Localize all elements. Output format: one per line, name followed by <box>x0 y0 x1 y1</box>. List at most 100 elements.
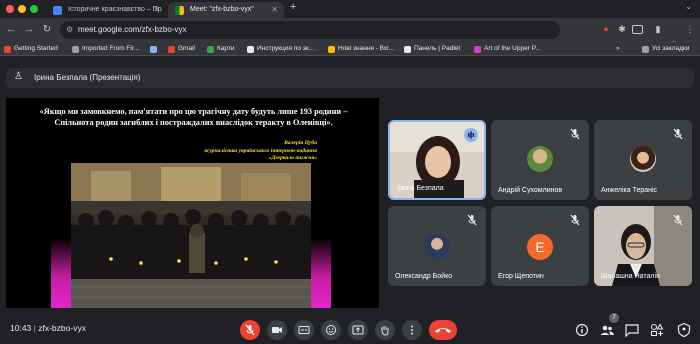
present-screen-icon <box>352 325 364 335</box>
participant-tile-iryna[interactable]: Ірина Безпала <box>388 120 486 200</box>
reactions-button[interactable] <box>321 320 341 340</box>
avatar <box>527 146 553 172</box>
bookmark-imported[interactable]: Imported From Fir... <box>72 42 139 56</box>
chat-icon[interactable] <box>624 322 640 338</box>
tab-title: Meet: "zfx-bzbo-vyx" <box>190 6 254 13</box>
speaking-indicator-icon <box>464 128 478 142</box>
bookmark-gmail[interactable]: Gmail <box>168 42 195 56</box>
mic-off-icon <box>673 128 683 140</box>
presentation-header: ♙ Ірина Безпала (Презентація) <box>6 68 694 88</box>
author-role: журналістка українського інтернет-виданн… <box>203 147 317 154</box>
bookmark-label: Getting Started <box>14 45 58 52</box>
participant-name: Егор Щепотин <box>498 273 544 280</box>
meeting-info: 10:43 | zfx-bzbo-vyx <box>10 323 86 333</box>
author-outlet: «Дзеркало тижня» <box>268 155 317 161</box>
meeting-details-icon[interactable] <box>574 322 590 338</box>
minimize-window-icon[interactable] <box>18 5 26 13</box>
author-name: Валерія Цуба <box>284 140 317 146</box>
folder-icon <box>642 46 649 53</box>
all-bookmarks-button[interactable]: Усі закладки <box>642 42 689 56</box>
more-vert-icon <box>411 325 413 335</box>
memorial-vigil-photo <box>71 163 311 308</box>
bookmark-instruction[interactable]: Инструкция по эк... <box>247 42 314 56</box>
site-info-icon[interactable]: ⚙ <box>66 21 73 39</box>
bookmark-padlet[interactable]: Панель | Padlet <box>404 42 460 56</box>
address-bar[interactable]: ⚙ meet.google.com/zfx-bzbo-vyx <box>60 21 560 39</box>
firefox-icon <box>4 46 11 53</box>
participant-tile-andrii[interactable]: Андрій Сухомлинов <box>491 120 589 200</box>
participant-tile-nataliia[interactable]: Шалашна Наталія <box>594 206 692 286</box>
present-button[interactable] <box>348 320 368 340</box>
captions-button[interactable] <box>294 320 314 340</box>
reload-icon[interactable]: ↻ <box>40 23 54 37</box>
participant-name: Ірина Безпала <box>397 185 444 192</box>
side-panel-icon[interactable]: ▮ <box>652 23 664 35</box>
mic-off-icon <box>673 214 683 226</box>
magenta-bar-left <box>51 238 71 308</box>
participant-name: Шалашна Наталія <box>601 273 660 280</box>
bookmark-label: Imported From Fir... <box>82 45 140 52</box>
back-icon[interactable]: ← <box>4 23 18 37</box>
bookmark-getting-started[interactable]: Getting Started <box>4 42 58 56</box>
activities-icon[interactable] <box>649 322 665 338</box>
art-icon <box>474 46 481 53</box>
emoji-icon <box>326 325 336 335</box>
extension-puzzle-icon[interactable]: ✱ <box>616 23 628 35</box>
present-screen-icon: ♙ <box>14 71 23 82</box>
star-bookmark-icon <box>328 46 335 53</box>
wordpress-icon <box>150 46 157 53</box>
bookmark-new-knowledge[interactable]: Нові знання - Вхі... <box>328 42 394 56</box>
browser-toolbar: ← → ↻ ⚙ meet.google.com/zfx-bzbo-vyx ● ✱… <box>0 18 700 54</box>
extensions-icon[interactable] <box>632 25 643 34</box>
presenter-label: Ірина Безпала (Презентація) <box>34 73 141 82</box>
participant-tile-oleksandr[interactable]: Олександр Бойко <box>388 206 486 286</box>
meet-controls-bar: 10:43 | zfx-bzbo-vyx <box>0 314 700 344</box>
bookmarks-overflow-button[interactable]: » <box>616 42 620 56</box>
current-time: 10:43 <box>10 323 32 333</box>
meeting-code: zfx-bzbo-vyx <box>38 323 86 333</box>
extension-o-icon[interactable]: ● <box>600 23 612 35</box>
avatar <box>424 234 450 260</box>
close-window-icon[interactable] <box>6 5 14 13</box>
bookmark-label: Панель | Padlet <box>414 45 461 52</box>
gmail-icon <box>168 46 175 53</box>
camera-toggle-button[interactable] <box>267 320 287 340</box>
bookmark-label: Карти <box>217 45 235 52</box>
host-controls-icon[interactable] <box>676 322 692 338</box>
tab-history[interactable]: Історичне краєзнавство – Пр ✕ <box>46 2 166 18</box>
new-tab-button[interactable]: + <box>290 1 296 13</box>
folder-icon <box>72 46 79 53</box>
avatar <box>630 146 656 172</box>
close-tab-icon[interactable]: ✕ <box>271 2 278 18</box>
captions-icon <box>298 326 310 334</box>
bookmark-label: Art of the Upper P... <box>484 45 541 52</box>
participant-tile-anzhelika[interactable]: Анжеліка Тераніс <box>594 120 692 200</box>
tab-strip: Історичне краєзнавство – Пр ✕ Meet: "zfx… <box>0 0 700 18</box>
leave-call-button[interactable] <box>429 320 457 340</box>
browser-menu-icon[interactable]: ⋮ <box>684 23 696 35</box>
tab-meet[interactable]: Meet: "zfx-bzbo-vyx" ✕ <box>168 2 284 18</box>
forward-icon[interactable]: → <box>22 23 36 37</box>
maximize-window-icon[interactable] <box>30 5 38 13</box>
tab-title: Історичне краєзнавство – Пр <box>68 6 162 13</box>
url-text: meet.google.com/zfx-bzbo-vyx <box>78 25 187 34</box>
participant-name: Анжеліка Тераніс <box>601 187 658 194</box>
raise-hand-button[interactable] <box>375 320 395 340</box>
bookmark-label: Инструкция по эк... <box>257 45 315 52</box>
close-tab-icon[interactable]: ✕ <box>153 2 160 18</box>
more-options-button[interactable] <box>402 320 422 340</box>
magenta-bar-right <box>311 238 331 308</box>
slide-quote: «Якщо ми замовкнемо, пам'ятати про цю тр… <box>39 107 348 127</box>
bookmark-art[interactable]: Art of the Upper P... <box>474 42 541 56</box>
bookmark-wordpress[interactable] <box>150 42 160 56</box>
avatar-initial: E <box>527 234 553 260</box>
maps-icon <box>207 46 214 53</box>
people-count-badge: 7 <box>609 313 619 323</box>
participant-tile-yehor[interactable]: E Егор Щепотин <box>491 206 589 286</box>
camera-icon <box>272 327 282 333</box>
people-icon[interactable] <box>599 322 615 338</box>
tab-search-icon[interactable]: ⌄ <box>685 2 692 11</box>
mic-off-icon <box>467 214 477 226</box>
mic-toggle-button[interactable] <box>240 320 260 340</box>
bookmark-maps[interactable]: Карти <box>207 42 234 56</box>
